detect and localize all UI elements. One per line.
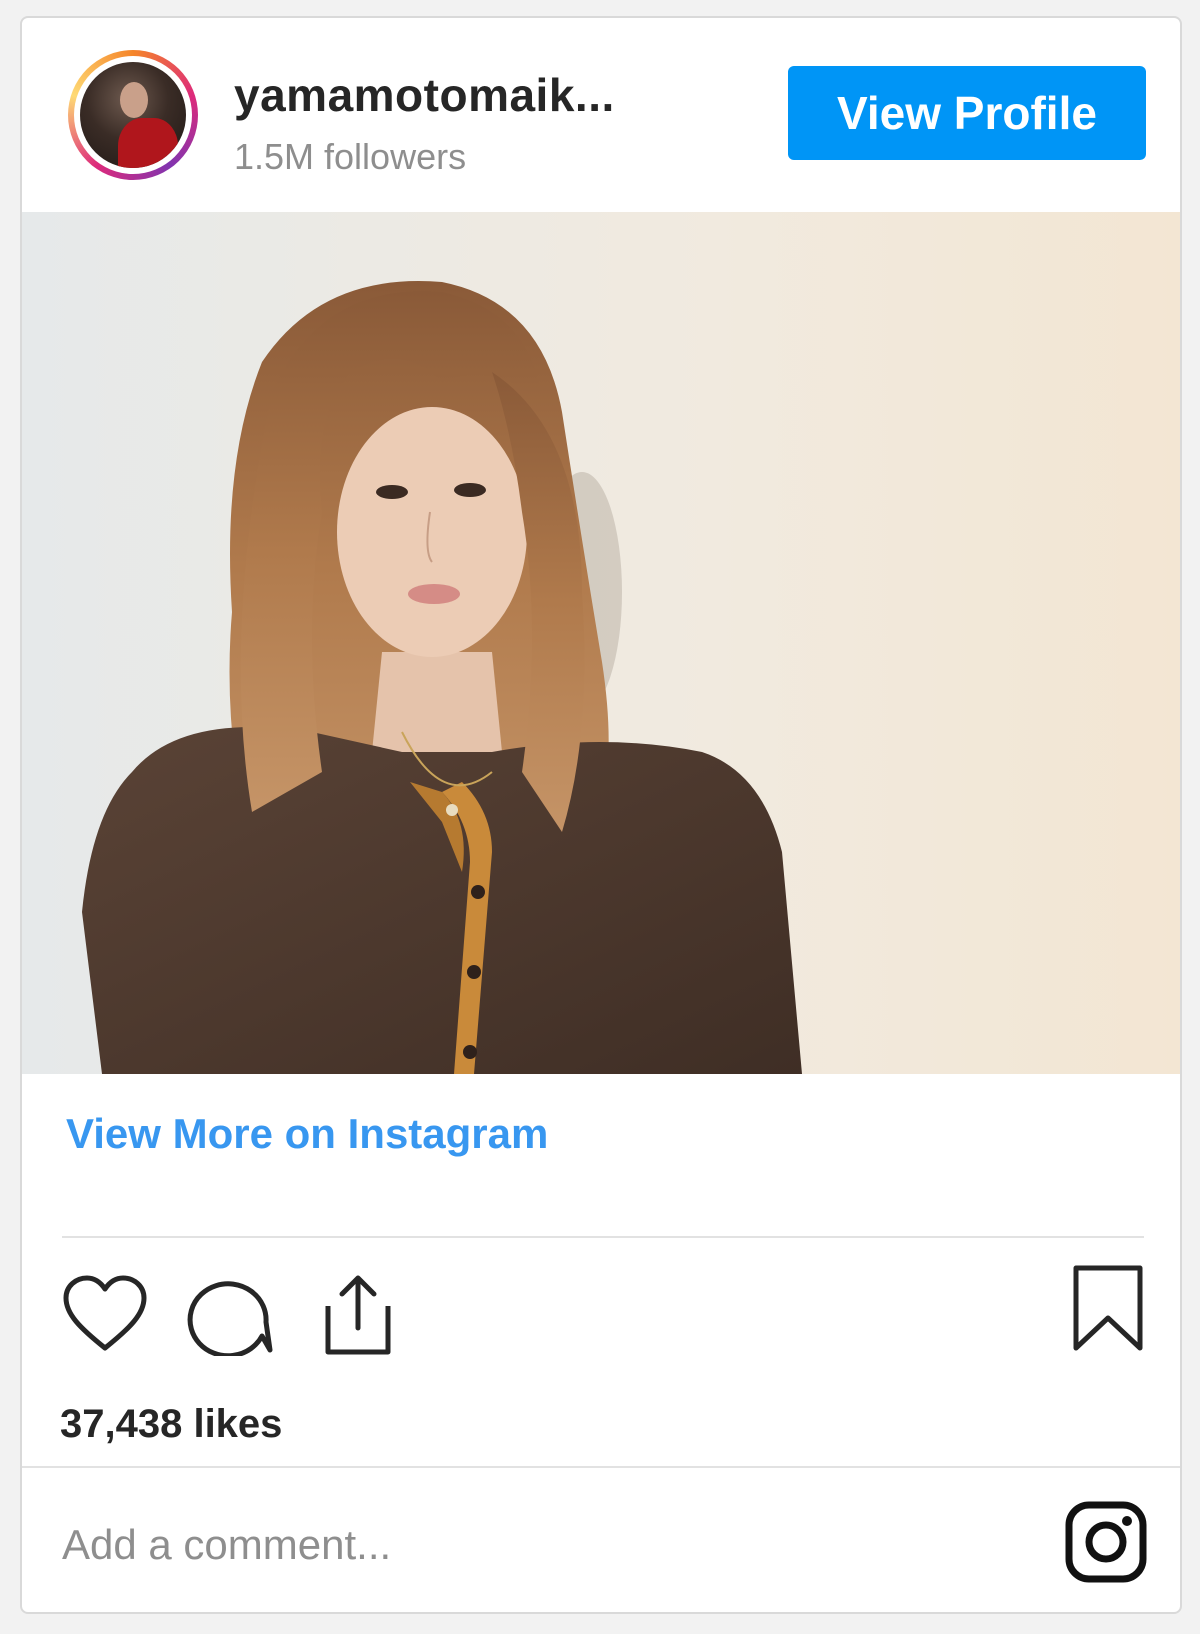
heart-icon[interactable] xyxy=(60,1272,150,1361)
like-count: 37,438 likes xyxy=(60,1402,283,1446)
divider xyxy=(22,1466,1180,1468)
view-more-link[interactable]: View More on Instagram xyxy=(66,1110,548,1158)
follower-count: 1.5M followers xyxy=(234,136,467,177)
portrait-photo xyxy=(82,281,802,1074)
post-header: yamamotomaik... 1.5M followers View Prof… xyxy=(22,18,1180,212)
instagram-logo-icon[interactable] xyxy=(1064,1500,1148,1589)
post-image[interactable] xyxy=(22,212,1180,1074)
comment-input[interactable] xyxy=(60,1520,964,1570)
avatar-image xyxy=(80,62,186,168)
divider xyxy=(62,1236,1144,1238)
view-profile-button[interactable]: View Profile xyxy=(788,66,1146,160)
instagram-embed-card: yamamotomaik... 1.5M followers View Prof… xyxy=(20,16,1182,1614)
comment-icon[interactable] xyxy=(186,1272,276,1361)
bookmark-icon[interactable] xyxy=(1070,1264,1146,1359)
profile-avatar[interactable] xyxy=(68,50,198,180)
username[interactable]: yamamotomaik... xyxy=(234,68,615,122)
share-icon[interactable] xyxy=(314,1272,398,1363)
